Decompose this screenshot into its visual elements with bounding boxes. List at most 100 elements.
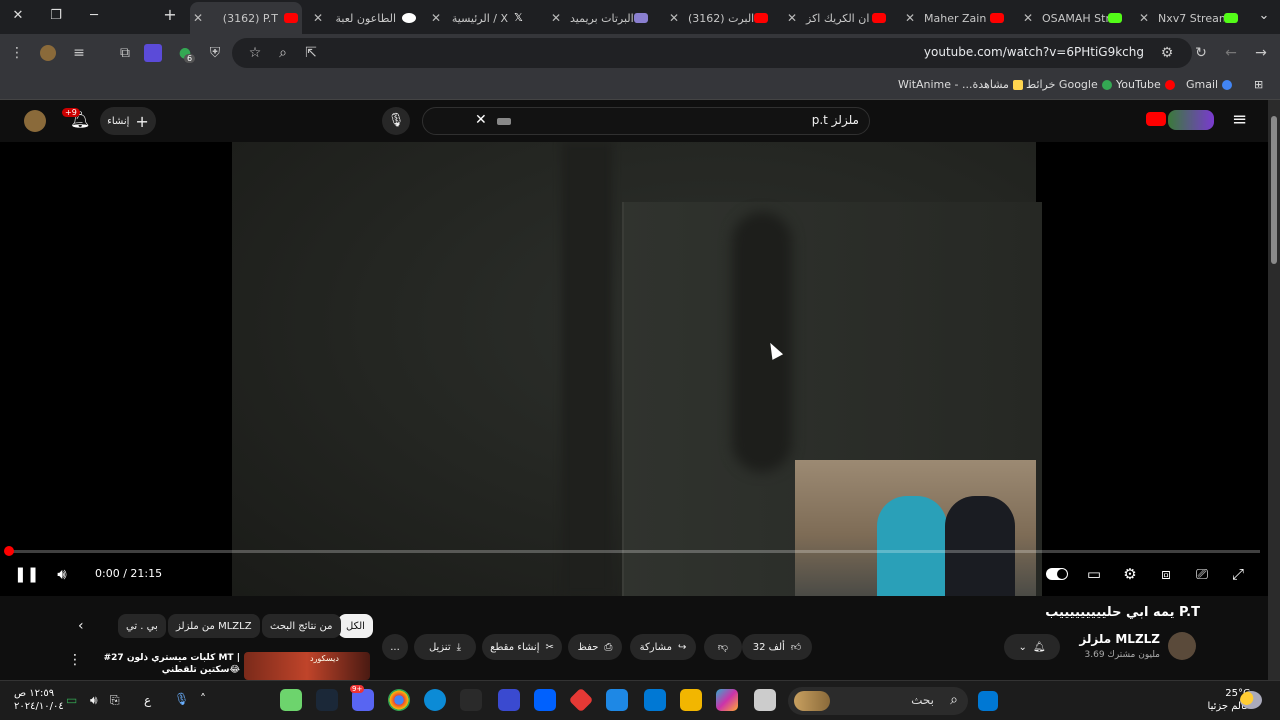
account-avatar[interactable] bbox=[24, 110, 46, 132]
install-app-icon[interactable]: ⇱ bbox=[302, 44, 320, 62]
page-scrollbar[interactable] bbox=[1268, 100, 1280, 680]
steam-icon[interactable] bbox=[316, 689, 338, 711]
bookmark-witanime[interactable]: WitAnime - ...مشاهدة bbox=[898, 78, 1023, 91]
close-tab-icon[interactable]: ✕ bbox=[666, 11, 682, 25]
tab-active[interactable]: ✕ (3162) P.T bbox=[190, 2, 302, 34]
close-tab-icon[interactable]: ✕ bbox=[428, 11, 444, 25]
store-icon[interactable] bbox=[644, 689, 666, 711]
taskbar-search[interactable]: بحث ⌕ bbox=[788, 687, 968, 715]
dropbox-icon[interactable] bbox=[534, 689, 556, 711]
subtitles-icon[interactable]: ▭ bbox=[1084, 564, 1104, 584]
tab[interactable]: ✕ OSAMAH Str bbox=[1020, 4, 1126, 32]
site-settings-icon[interactable]: ⚙ bbox=[1158, 44, 1176, 62]
chrome-icon[interactable] bbox=[388, 689, 410, 711]
network-icon[interactable]: ⎘ bbox=[110, 693, 120, 708]
recommendation-menu-icon[interactable]: ⋮ bbox=[68, 652, 82, 668]
menu-dots-icon[interactable]: ⋮ bbox=[8, 44, 26, 62]
close-tab-icon[interactable]: ✕ bbox=[190, 11, 206, 25]
tab[interactable]: ✕ الطاعون لعبة bbox=[310, 4, 420, 32]
reload-icon[interactable]: ↻ bbox=[1192, 44, 1210, 62]
file-explorer-icon[interactable] bbox=[680, 689, 702, 711]
battery-icon[interactable]: ▭ bbox=[66, 693, 77, 707]
cast-icon[interactable]: ⎚ bbox=[1192, 564, 1212, 584]
recommended-title[interactable]: #27 كلبات ميستري ذلون MT | سكتين تلقطني😂 bbox=[100, 652, 240, 676]
epic-games-icon[interactable] bbox=[460, 689, 482, 711]
extension-app-icon[interactable] bbox=[144, 44, 162, 62]
close-tab-icon[interactable]: ✕ bbox=[1020, 11, 1036, 25]
close-tab-icon[interactable]: ✕ bbox=[310, 11, 326, 25]
app-icon[interactable] bbox=[280, 689, 302, 711]
voice-search-icon[interactable]: 🎙︎ bbox=[382, 107, 410, 135]
dislike-button[interactable]: 👎︎ bbox=[704, 634, 742, 660]
search-input[interactable]: ✕ p.t ملزلز bbox=[422, 107, 870, 135]
share-button[interactable]: مشاركة ↪ bbox=[630, 634, 696, 660]
clear-search-icon[interactable]: ✕ bbox=[475, 112, 487, 128]
language-indicator[interactable]: ع bbox=[144, 693, 151, 707]
bookmark-youtube[interactable]: YouTube bbox=[1116, 78, 1175, 91]
bookmark-gmail[interactable]: Gmail bbox=[1186, 78, 1233, 91]
url-text[interactable]: youtube.com/watch?v=6PHtiG9kchg bbox=[924, 45, 1144, 59]
bookmark-star-icon[interactable]: ☆ bbox=[246, 44, 264, 62]
new-tab-button[interactable]: + bbox=[160, 5, 180, 24]
chip-channel[interactable]: من ملزلز MLZLZ bbox=[168, 614, 260, 638]
tab[interactable]: ✕ Nxv7 Stream bbox=[1136, 4, 1242, 32]
profile-avatar[interactable] bbox=[40, 45, 56, 61]
adblock-shield-icon[interactable]: ⛨ bbox=[206, 44, 224, 62]
chip-search-results[interactable]: من نتائج البحث bbox=[262, 614, 341, 638]
close-window-icon[interactable]: ✕ bbox=[8, 8, 28, 23]
chip-pt[interactable]: بي . تي bbox=[118, 614, 166, 638]
download-button[interactable]: تنزيل ⤓ bbox=[414, 634, 476, 660]
tab[interactable]: ✕ Maher Zain & bbox=[902, 4, 1008, 32]
save-button[interactable]: حفظ ⎙ bbox=[568, 634, 622, 660]
create-button[interactable]: إنشاء + bbox=[100, 107, 156, 135]
miniplayer-icon[interactable]: ⧈ bbox=[1156, 564, 1176, 584]
extensions-icon[interactable]: ⧉ bbox=[116, 44, 134, 62]
like-button[interactable]: 32 ألف 👍︎ bbox=[742, 634, 812, 660]
pause-icon[interactable]: ❚❚ bbox=[14, 564, 39, 584]
mail-icon[interactable] bbox=[606, 689, 628, 711]
video-player[interactable]: ❚❚ 🔊︎ 0:00 / 21:15 ▭ ⚙ ⧈ ⎚ ⤢ bbox=[0, 142, 1268, 596]
youtube-doodle-logo[interactable] bbox=[1168, 110, 1214, 130]
close-tab-icon[interactable]: ✕ bbox=[784, 11, 800, 25]
media-icon[interactable]: ≡ bbox=[70, 44, 88, 62]
keyboard-icon[interactable] bbox=[497, 118, 511, 125]
bookmark-maps[interactable]: خرائط Google bbox=[1026, 78, 1112, 91]
app-icon[interactable] bbox=[754, 689, 776, 711]
progress-bar[interactable] bbox=[4, 546, 1260, 556]
recommended-thumbnail[interactable]: ديسكورد bbox=[244, 652, 370, 680]
channel-avatar[interactable] bbox=[1168, 632, 1196, 660]
copilot-icon[interactable] bbox=[716, 689, 738, 711]
forward-icon[interactable]: ← bbox=[1222, 44, 1240, 62]
tab[interactable]: ✕ الرئيسية / X 𝕏 bbox=[428, 4, 532, 32]
settings-gear-icon[interactable]: ⚙ bbox=[1120, 564, 1140, 584]
chevron-left-icon[interactable]: ‹ bbox=[78, 618, 84, 634]
channel-name[interactable]: ملزلز MLZLZ bbox=[1079, 632, 1160, 646]
system-clock[interactable]: ١٢:٥٩ ص ٢٠٢٤/١٠/٠٤ bbox=[14, 687, 64, 713]
restore-window-icon[interactable]: ❐ bbox=[46, 8, 66, 23]
youtube-logo-icon[interactable] bbox=[1146, 112, 1166, 126]
back-icon[interactable]: → bbox=[1252, 44, 1270, 62]
fullscreen-icon[interactable]: ⤢ bbox=[1228, 564, 1248, 584]
volume-icon[interactable]: 🔊︎ bbox=[52, 564, 72, 584]
tab[interactable]: ✕ (3162) البرت bbox=[666, 4, 772, 32]
hamburger-menu-icon[interactable]: ≡ bbox=[1232, 109, 1247, 130]
clip-button[interactable]: إنشاء مقطع ✂ bbox=[482, 634, 562, 660]
edge-icon[interactable] bbox=[424, 689, 446, 711]
app-icon[interactable] bbox=[568, 687, 594, 713]
windows-start-icon[interactable] bbox=[978, 691, 998, 711]
tab[interactable]: ✕ البرتات بريميد bbox=[548, 4, 652, 32]
tab[interactable]: ✕ ان الكريك اكز bbox=[784, 4, 890, 32]
close-tab-icon[interactable]: ✕ bbox=[1136, 11, 1152, 25]
zoom-icon[interactable]: ⌕ bbox=[274, 44, 292, 62]
app-icon[interactable] bbox=[498, 689, 520, 711]
apps-grid-icon[interactable]: ⊞ bbox=[1254, 78, 1263, 91]
address-bar[interactable]: ☆ ⌕ ⇱ youtube.com/watch?v=6PHtiG9kchg ⚙ bbox=[232, 38, 1192, 68]
show-hidden-icons-icon[interactable]: ˄ bbox=[200, 692, 206, 706]
tab-search-icon[interactable]: ⌄ bbox=[1254, 8, 1274, 23]
progress-scrubber[interactable] bbox=[4, 546, 14, 556]
subscribed-button[interactable]: ⌄ 🔔︎ bbox=[1004, 634, 1060, 660]
more-actions-button[interactable]: ... bbox=[382, 634, 408, 660]
scrollbar-thumb[interactable] bbox=[1271, 116, 1277, 264]
autoplay-toggle[interactable] bbox=[1046, 564, 1070, 584]
microphone-tray-icon[interactable]: 🎙︎ bbox=[174, 692, 189, 706]
